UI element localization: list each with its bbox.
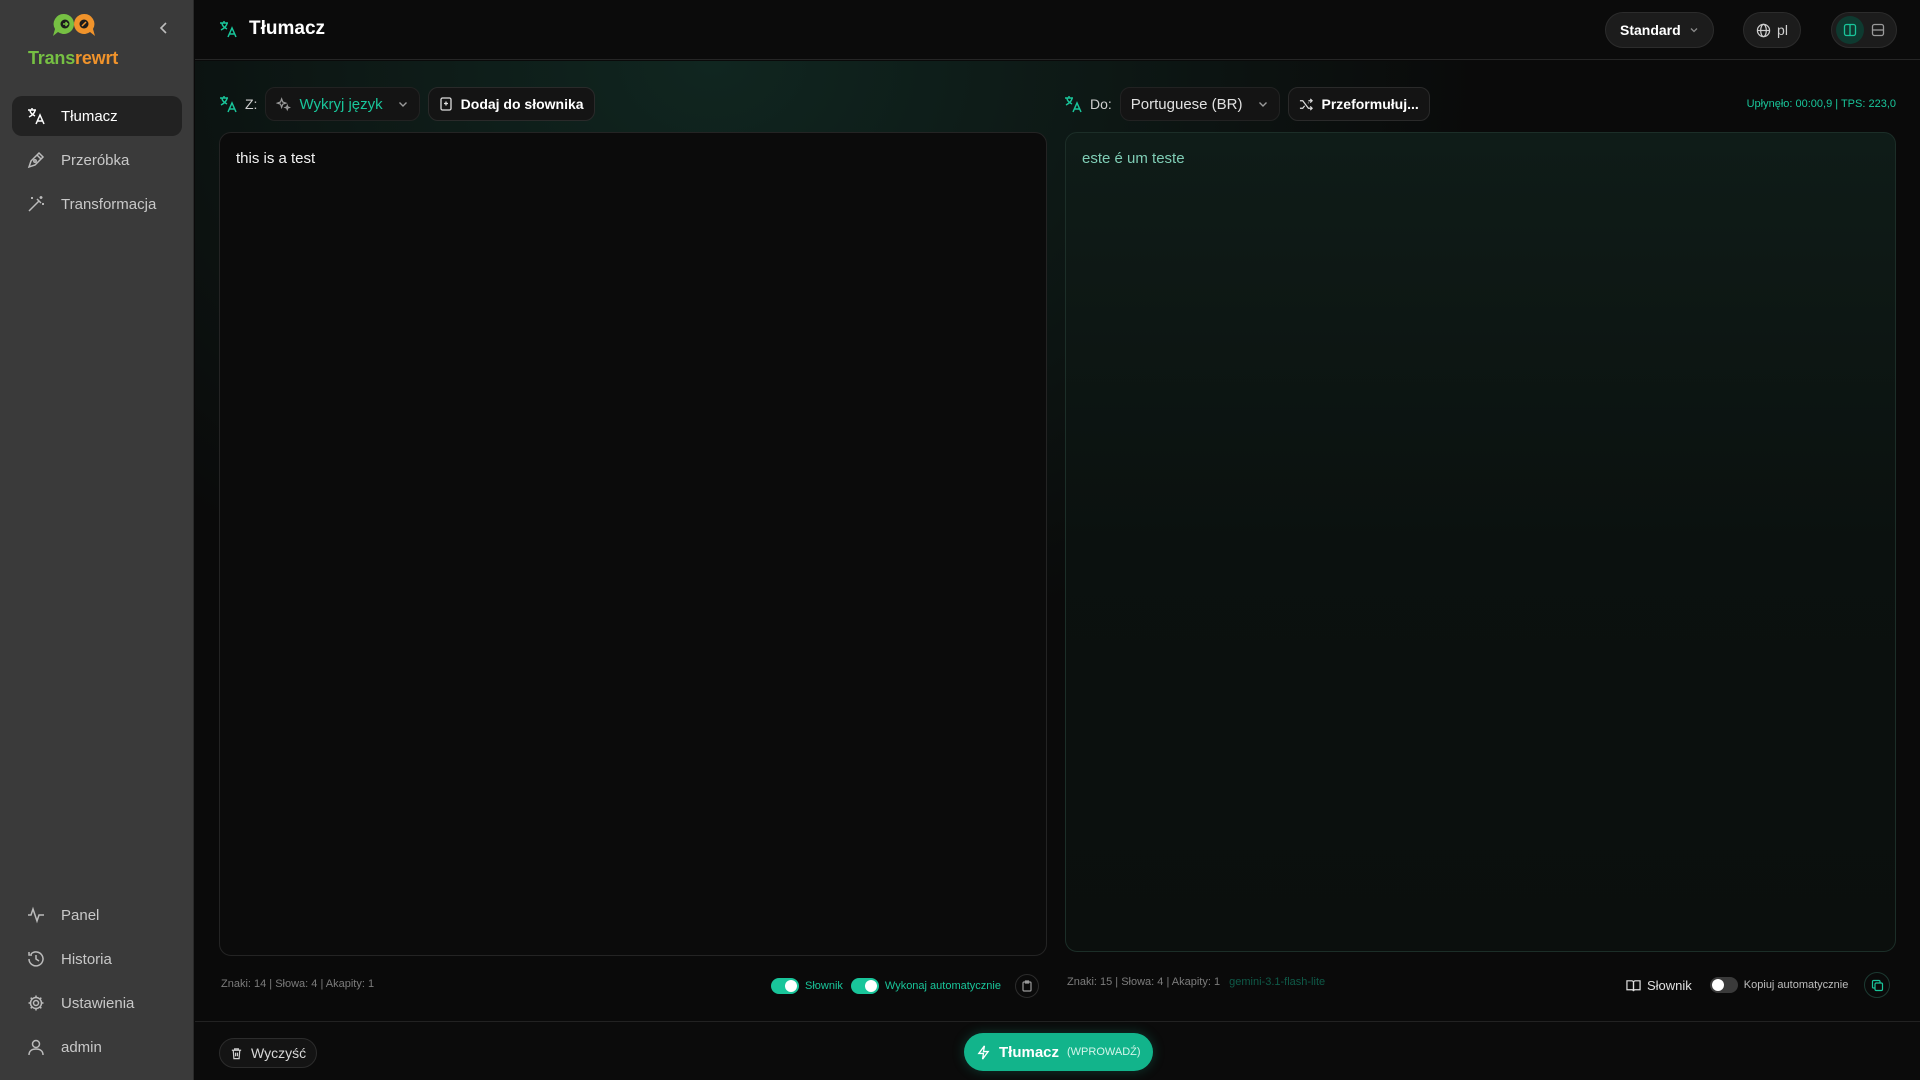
- target-label: Do:: [1090, 96, 1112, 112]
- auto-copy-toggle[interactable]: [1709, 977, 1738, 993]
- target-toolbar: Do: Portuguese (BR) Przeformułuj...: [1064, 87, 1430, 121]
- clipboard-icon: [1022, 980, 1032, 992]
- sidebar-item-user[interactable]: admin: [12, 1027, 182, 1067]
- translate-icon: [26, 106, 46, 126]
- auto-run-toggle-label: Wykonaj automatycznie: [884, 980, 1001, 992]
- source-text: this is a test: [236, 150, 316, 167]
- book-plus-icon: [439, 97, 453, 111]
- sidebar-item-panel[interactable]: Panel: [12, 895, 182, 935]
- book-open-icon: [1626, 978, 1641, 993]
- columns-icon: [1843, 23, 1857, 37]
- gear-icon: [26, 993, 46, 1013]
- rephrase-label: Przeformułuj...: [1321, 96, 1419, 112]
- lightning-icon: [976, 1045, 991, 1060]
- translate-shortcut-hint: (WPROWADŹ): [1067, 1046, 1141, 1058]
- timing-stats: Upłynęło: 00:00,9 | TPS: 223,0: [1746, 98, 1896, 110]
- source-language-select[interactable]: Wykryj język: [265, 87, 420, 121]
- layout-columns-button[interactable]: [1836, 16, 1864, 44]
- chevron-down-icon: [1257, 98, 1269, 110]
- bottom-action-bar: Wyczyść Tłumacz (WPROWADŹ): [195, 1021, 1920, 1080]
- translate-icon: [219, 20, 237, 38]
- target-stats-text: Znaki: 15 | Słowa: 4 | Akapity: 1: [1067, 976, 1221, 988]
- pen-icon: [26, 150, 46, 170]
- page-title: Tłumacz: [219, 18, 325, 40]
- target-text: este é um teste: [1082, 150, 1185, 167]
- translate-button[interactable]: Tłumacz (WPROWADŹ): [964, 1033, 1153, 1071]
- clear-button-label: Wyczyść: [251, 1045, 307, 1061]
- source-text-area[interactable]: this is a test: [219, 132, 1047, 956]
- sidebar-item-label: Tłumacz: [61, 107, 118, 125]
- collapse-sidebar-button[interactable]: [154, 18, 174, 38]
- source-label: Z:: [245, 96, 258, 112]
- ui-language-button[interactable]: pl: [1743, 12, 1801, 48]
- chevron-left-icon: [159, 22, 167, 34]
- mode-select[interactable]: Standard: [1605, 12, 1714, 48]
- translate-icon: [1064, 95, 1082, 113]
- shuffle-icon: [1299, 97, 1314, 112]
- sidebar-item-settings[interactable]: Ustawienia: [12, 983, 182, 1023]
- logo-mark-icon: [53, 13, 95, 37]
- chevron-down-icon: [397, 98, 409, 110]
- sidebar-item-label: Panel: [61, 906, 100, 924]
- model-name: gemini-3.1-flash-lite: [1229, 976, 1326, 988]
- target-options: Słownik Kopiuj automatycznie: [1626, 972, 1891, 998]
- sidebar-item-translate[interactable]: Tłumacz: [12, 96, 182, 136]
- copy-button[interactable]: [1864, 972, 1891, 998]
- source-toolbar: Z: Wykryj język Dodaj do słownika: [219, 87, 595, 121]
- sidebar-nav: Tłumacz Przeróbka Transformacja: [12, 96, 182, 228]
- sparkle-icon: [276, 96, 292, 112]
- user-icon: [26, 1037, 46, 1057]
- dictionary-toggle[interactable]: [771, 978, 799, 994]
- sidebar-item-history[interactable]: Historia: [12, 939, 182, 979]
- sidebar-item-label: Transformacja: [61, 195, 157, 213]
- target-stats: Znaki: 15 | Słowa: 4 | Akapity: 1 gemini…: [1067, 976, 1325, 988]
- clear-button[interactable]: Wyczyść: [219, 1038, 318, 1068]
- dictionary-toggle-label: Słownik: [805, 980, 843, 992]
- sidebar: Transrewrt Tłumacz Przeróbka Transformac…: [0, 0, 194, 1080]
- sidebar-item-label: Przeróbka: [61, 151, 130, 169]
- source-stats: Znaki: 14 | Słowa: 4 | Akapity: 1: [221, 978, 375, 990]
- sidebar-item-label: Historia: [61, 950, 112, 968]
- dictionary-button-label: Słownik: [1647, 977, 1692, 993]
- chevron-down-icon: [1689, 25, 1699, 35]
- activity-icon: [26, 905, 46, 925]
- dictionary-button[interactable]: Słownik: [1626, 978, 1692, 993]
- sidebar-bottom-nav: Panel Historia Ustawienia admin: [12, 895, 182, 1071]
- add-to-dictionary-label: Dodaj do słownika: [460, 96, 584, 112]
- sidebar-item-transformation[interactable]: Transformacja: [12, 184, 182, 224]
- rephrase-button[interactable]: Przeformułuj...: [1287, 87, 1430, 121]
- sidebar-item-label: Ustawienia: [61, 994, 135, 1012]
- top-header: Tłumacz Standard pl: [195, 0, 1920, 60]
- target-text-area[interactable]: este é um teste: [1065, 132, 1896, 952]
- magic-wand-icon: [26, 194, 46, 214]
- paste-button[interactable]: [1014, 974, 1039, 998]
- add-to-dictionary-button[interactable]: Dodaj do słownika: [427, 87, 595, 121]
- target-language-select[interactable]: Portuguese (BR): [1119, 87, 1280, 121]
- ui-language-code: pl: [1777, 22, 1788, 38]
- sidebar-item-rework[interactable]: Przeróbka: [12, 140, 182, 180]
- page-title-text: Tłumacz: [249, 18, 326, 39]
- source-options: Słownik Wykonaj automatycznie: [771, 974, 1039, 998]
- translate-icon: [219, 95, 237, 113]
- layout-toggle: [1831, 12, 1897, 48]
- app-logo[interactable]: Transrewrt: [28, 12, 124, 72]
- target-language-value: Portuguese (BR): [1130, 95, 1243, 113]
- auto-run-toggle[interactable]: [850, 978, 879, 994]
- source-language-value: Wykryj język: [299, 95, 383, 113]
- translate-button-label: Tłumacz: [999, 1043, 1060, 1061]
- mode-select-value: Standard: [1620, 22, 1681, 38]
- trash-icon: [230, 1047, 243, 1060]
- rows-icon: [1871, 23, 1885, 37]
- sidebar-item-label: admin: [61, 1038, 102, 1056]
- brand-name: Transrewrt: [28, 48, 118, 69]
- brand-name-part2: rewrt: [75, 48, 119, 68]
- auto-copy-toggle-label: Kopiuj automatycznie: [1743, 979, 1849, 991]
- history-icon: [26, 949, 46, 969]
- copy-icon: [1871, 979, 1883, 991]
- layout-rows-button[interactable]: [1864, 16, 1892, 44]
- app-root: Transrewrt Tłumacz Przeróbka Transformac…: [0, 0, 1920, 1080]
- globe-icon: [1756, 23, 1771, 38]
- brand-name-part1: Trans: [28, 48, 76, 68]
- main-content: Z: Wykryj język Dodaj do słownika Do: Po…: [195, 61, 1920, 1021]
